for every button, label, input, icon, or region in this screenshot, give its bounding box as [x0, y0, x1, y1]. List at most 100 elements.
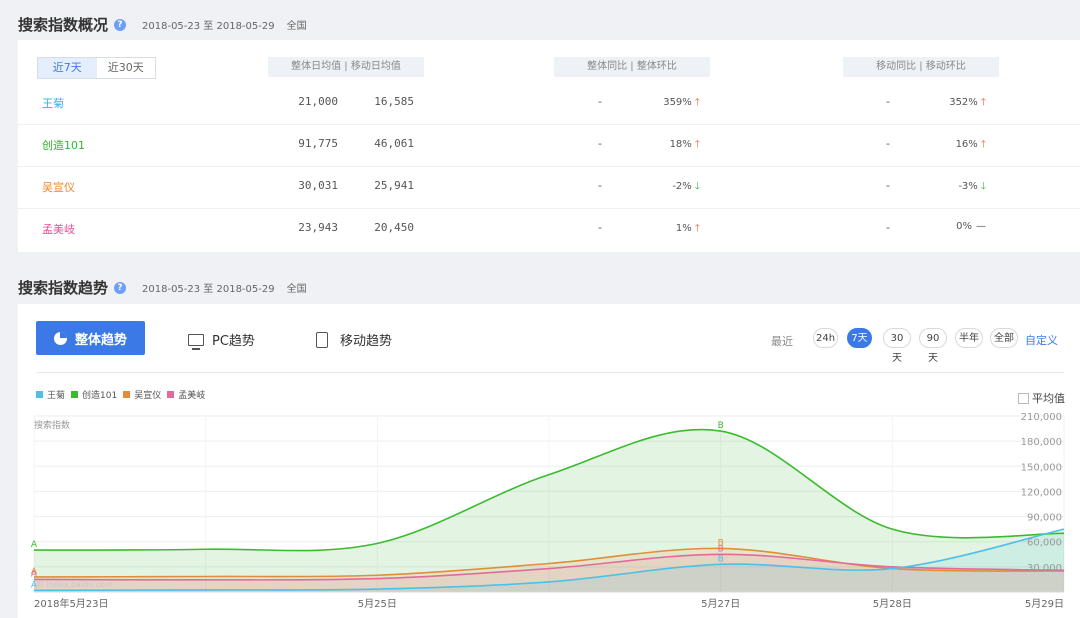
table-row: 创造101 91,775 46,061-18% 🡑 -16% 🡑: [18, 124, 1080, 167]
average-checkbox[interactable]: [1018, 392, 1029, 404]
arrow-up-icon: 🡑: [694, 97, 700, 108]
mobile-avg: 20,450: [374, 221, 414, 234]
annotation-marker: A: [31, 540, 38, 550]
x-tick-label: 5月28日: [873, 598, 912, 610]
overall-avg: 23,943: [298, 221, 338, 234]
range-7days[interactable]: 7天: [847, 328, 872, 348]
x-tick-label: 5月25日: [358, 598, 397, 610]
y-tick-label: 120,000: [1021, 487, 1062, 498]
keyword-link[interactable]: 创造101: [42, 137, 85, 153]
overall-mom-value: 359%: [663, 97, 692, 108]
mobile-mom: 352% 🡑: [924, 95, 986, 112]
overview-date-range: 2018-05-23 至 2018-05-29: [142, 21, 275, 32]
tab-30days[interactable]: 近30天: [97, 58, 156, 78]
overall-mom: 18% 🡑: [638, 137, 700, 154]
range-all[interactable]: 全部: [990, 328, 1018, 348]
overall-yoy: -: [598, 179, 602, 192]
range-30days[interactable]: 30天: [883, 328, 911, 364]
legend-swatch: [167, 391, 175, 398]
overall-mom-value: 18%: [669, 139, 692, 150]
y-axis-label: 搜索指数: [34, 419, 70, 431]
legend-label: 王菊: [47, 391, 66, 401]
range-label: 最近: [771, 335, 793, 348]
mobile-mom-value: 0%: [956, 221, 972, 232]
arrow-down-icon: 🡓: [980, 181, 986, 192]
overall-trend-label: 整体趋势: [74, 332, 127, 348]
y-tick-label: 210,000: [1021, 412, 1062, 423]
arrow-up-icon: 🡑: [980, 139, 986, 150]
legend-item[interactable]: 创造101: [71, 388, 117, 401]
legend-item[interactable]: 吴宣仪: [123, 388, 161, 401]
overall-yoy: -: [598, 137, 602, 150]
pie-chart-icon: [53, 331, 67, 345]
keyword-link[interactable]: 孟美岐: [42, 221, 75, 237]
range-half-year[interactable]: 半年: [955, 328, 983, 348]
col-overall-change: 整体同比 | 整体环比: [554, 57, 710, 77]
arrow-down-icon: 🡓: [694, 181, 700, 192]
table-row: 吴宣仪 30,031 25,941- -2% 🡓 - -3% 🡓: [18, 166, 1080, 209]
mobile-avg: 46,061: [374, 137, 414, 150]
monitor-icon: [188, 333, 204, 350]
pc-trend-tab[interactable]: PC趋势: [188, 330, 255, 350]
col-mobile-change: 移动同比 | 移动环比: [843, 57, 999, 77]
keyword-link[interactable]: 王菊: [42, 95, 64, 111]
trend-date-range: 2018-05-23 至 2018-05-29: [142, 284, 275, 295]
average-label: 平均值: [1032, 392, 1065, 405]
arrow-up-icon: 🡑: [694, 139, 700, 150]
trend-title: 搜索指数趋势: [18, 279, 109, 297]
table-row: 王菊 21,000 16,585-359% 🡑 -352% 🡑: [18, 82, 1080, 125]
divider: [36, 372, 1064, 373]
mobile-mom-value: 16%: [955, 139, 978, 150]
overall-avg: 30,031: [298, 179, 338, 192]
range-24h[interactable]: 24h: [813, 328, 838, 348]
overall-mom: 1% 🡑: [638, 221, 700, 238]
keyword-link[interactable]: 吴宣仪: [42, 179, 75, 195]
arrow-up-icon: 🡑: [980, 97, 986, 108]
trend-region: 全国: [286, 284, 307, 295]
y-tick-label: 150,000: [1021, 462, 1062, 473]
legend-swatch: [71, 391, 79, 398]
custom-range-link[interactable]: 自定义: [1025, 332, 1058, 348]
legend-item[interactable]: 孟美岐: [167, 388, 205, 401]
x-tick-label: 2018年5月23日: [34, 597, 109, 610]
mobile-yoy: -: [886, 137, 890, 150]
legend-item[interactable]: 王菊: [36, 388, 65, 401]
overview-region: 全国: [286, 21, 307, 32]
legend-label: 创造101: [82, 391, 118, 401]
x-tick-label: 5月29日: [1025, 598, 1064, 610]
range-90days[interactable]: 90天: [919, 328, 947, 364]
mobile-avg: 16,585: [374, 95, 414, 108]
average-toggle[interactable]: 平均值: [1018, 390, 1065, 406]
help-icon[interactable]: ?: [114, 18, 127, 31]
overall-trend-button[interactable]: 整体趋势: [36, 321, 145, 355]
overall-avg: 91,775: [298, 137, 338, 150]
trend-chart: AAAABBBB210,000180,000150,000120,00090,0…: [31, 412, 1065, 610]
mobile-yoy: -: [886, 95, 890, 108]
overall-avg: 21,000: [298, 95, 338, 108]
period-tabs: 近7天 近30天: [37, 57, 156, 79]
help-icon[interactable]: ?: [114, 281, 127, 294]
col-daily-avg: 整体日均值 | 移动日均值: [268, 57, 424, 77]
annotation-marker: B: [718, 544, 724, 554]
annotation-marker: B: [718, 554, 724, 564]
tab-7days[interactable]: 近7天: [38, 58, 97, 78]
legend-label: 吴宣仪: [134, 391, 162, 401]
overview-title: 搜索指数概况: [18, 16, 109, 34]
annotation-marker: A: [31, 569, 38, 579]
mobile-mom: 0% —: [924, 221, 986, 232]
chart-legend: 王菊 创造101 吴宣仪 孟美岐: [36, 388, 211, 401]
overall-mom-value: 1%: [675, 223, 692, 234]
legend-swatch: [123, 391, 131, 398]
overview-header: 搜索指数概况 ? 2018-05-23 至 2018-05-29 全国: [18, 14, 307, 35]
mobile-mom-value: 352%: [949, 97, 978, 108]
overall-yoy: -: [598, 95, 602, 108]
flat-icon: —: [976, 221, 986, 232]
annotation-marker: B: [718, 421, 724, 431]
trend-header: 搜索指数趋势 ? 2018-05-23 至 2018-05-29 全国: [18, 277, 307, 298]
trend-panel: 整体趋势 PC趋势 移动趋势 最近 24h 7天 30天 90天 半年 全部 自…: [18, 304, 1080, 618]
mobile-yoy: -: [886, 221, 890, 234]
mobile-mom: -3% 🡓: [924, 179, 986, 196]
legend-label: 孟美岐: [178, 391, 206, 401]
y-tick-label: 30,000: [1027, 563, 1062, 574]
mobile-trend-tab[interactable]: 移动趋势: [316, 330, 392, 349]
